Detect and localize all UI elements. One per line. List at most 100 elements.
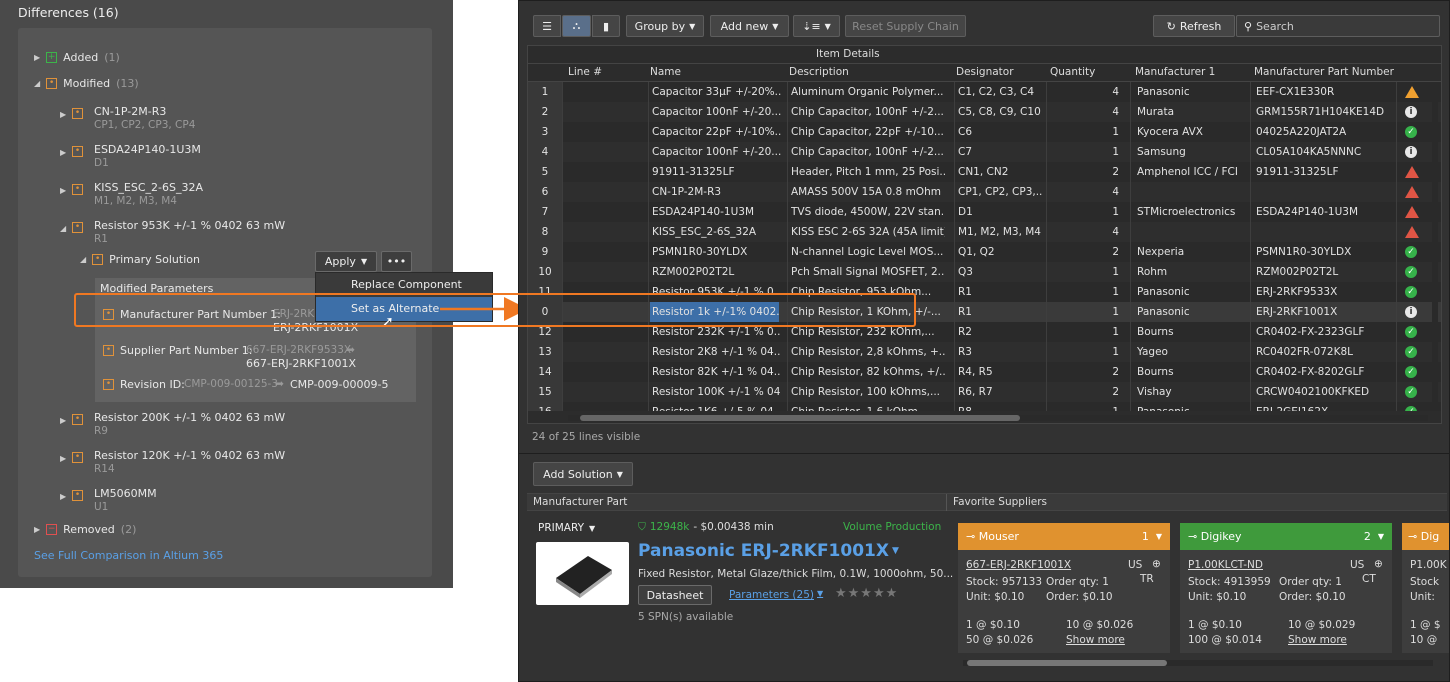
supplier-card[interactable]: ⊸ Digikey 2 ▼ P1.00KLCT-ND US ⊕ CT Stock… bbox=[1180, 523, 1392, 653]
line-number: 6 bbox=[528, 182, 562, 202]
cell-name: ESDA24P140-1U3M bbox=[652, 206, 755, 218]
rating-stars-icon[interactable]: ★★★★★ bbox=[835, 586, 898, 601]
column-divider bbox=[562, 262, 563, 282]
table-row[interactable]: 3 Capacitor 22pF +/-10%... Chip Capacitor,… bbox=[528, 122, 1441, 142]
primary-solution-node[interactable]: ◢ • Primary Solution bbox=[80, 253, 200, 266]
view-list-button[interactable]: ☰ bbox=[533, 15, 561, 37]
col-header-line[interactable]: Line # bbox=[568, 66, 602, 78]
refresh-button[interactable]: ↻ Refresh bbox=[1153, 15, 1235, 37]
modified-icon: • bbox=[72, 146, 83, 157]
col-header-manufacturer[interactable]: Manufacturer 1 bbox=[1135, 66, 1215, 78]
table-row[interactable]: 16 Resistor 1K6 +/-5 % 04... Chip Resistor… bbox=[528, 402, 1441, 411]
vertical-scrollbar[interactable] bbox=[1432, 86, 1438, 406]
table-row[interactable]: 8 KISS_ESC_2-6S_32A KISS ESC 2-6S 32A (45A… bbox=[528, 222, 1441, 242]
column-divider bbox=[1046, 242, 1047, 262]
supplier-part-number[interactable]: P1.00K bbox=[1410, 559, 1447, 571]
cell-name: Capacitor 22pF +/-10%... bbox=[652, 126, 781, 138]
table-row[interactable]: 14 Resistor 82K +/-1 % 04... Chip Resistor… bbox=[528, 362, 1441, 382]
cell-des: D1 bbox=[958, 206, 973, 218]
table-row[interactable]: 9 PSMN1R0-30YLDX N-channel Logic Level MOS… bbox=[528, 242, 1441, 262]
status-ok-icon: ✓ bbox=[1405, 246, 1417, 258]
col-header-mpn[interactable]: Manufacturer Part Number bbox=[1254, 66, 1394, 78]
cell-des: R1 bbox=[958, 306, 972, 318]
cell-mfr: Panasonic bbox=[1137, 402, 1246, 411]
tree-node-modified[interactable]: ◢ • Modified (13) bbox=[34, 77, 139, 90]
apply-button[interactable]: Apply ▼ bbox=[315, 251, 377, 272]
table-row[interactable]: 2 Capacitor 100nF +/-20... Chip Capacitor,… bbox=[528, 102, 1441, 122]
scrollbar-thumb[interactable] bbox=[580, 415, 1020, 421]
part-title-dropdown[interactable]: Panasonic ERJ-2RKF1001X ▼ bbox=[638, 541, 899, 561]
table-row[interactable]: 13 Resistor 2K8 +/-1 % 04... Chip Resistor… bbox=[528, 342, 1441, 362]
tree-node-added[interactable]: ▶ + Added (1) bbox=[34, 51, 120, 64]
table-row[interactable]: 15 Resistor 100K +/-1 % 04... Chip Resisto… bbox=[528, 382, 1441, 402]
expand-triangle-icon[interactable]: ▶ bbox=[60, 416, 66, 425]
suppliers-scrollbar[interactable] bbox=[963, 660, 1433, 666]
supplier-part-number[interactable]: P1.00KLCT-ND bbox=[1188, 559, 1263, 571]
cell-des: C7 bbox=[958, 146, 973, 158]
chevron-down-icon[interactable]: ▼ bbox=[1378, 532, 1384, 541]
search-input[interactable]: ⚲ Search bbox=[1236, 15, 1440, 37]
cell-mpn: ERJ-2RKF1001X bbox=[1256, 306, 1338, 318]
table-row[interactable]: 4 Capacitor 100nF +/-20... Chip Capacitor,… bbox=[528, 142, 1441, 162]
table-row[interactable]: 10 RZM002P02T2L Pch Small Signal MOSFET, 2… bbox=[528, 262, 1441, 282]
group-by-dropdown[interactable]: Group by ▼ bbox=[626, 15, 704, 37]
expand-triangle-icon[interactable]: ▶ bbox=[34, 53, 40, 62]
column-divider bbox=[954, 122, 955, 142]
expand-triangle-icon[interactable]: ▶ bbox=[60, 492, 66, 501]
part-description: Fixed Resistor, Metal Glaze/thick Film, … bbox=[638, 568, 954, 580]
col-header-name[interactable]: Name bbox=[650, 66, 681, 78]
col-header-description[interactable]: Description bbox=[789, 66, 849, 78]
column-divider bbox=[787, 122, 788, 142]
component-designators: D1 bbox=[94, 157, 109, 169]
view-chart-button[interactable]: ▮ bbox=[592, 15, 620, 37]
arrow-right-icon: ➡ bbox=[275, 378, 284, 390]
sort-dropdown[interactable]: ⇣≡ ▼ bbox=[793, 15, 840, 37]
column-divider bbox=[1130, 382, 1131, 402]
collapse-triangle-icon[interactable]: ◢ bbox=[34, 79, 40, 88]
status-ok-icon: ✓ bbox=[1405, 406, 1417, 411]
status-ok-icon: ✓ bbox=[1405, 266, 1417, 278]
expand-triangle-icon[interactable]: ▶ bbox=[60, 148, 66, 157]
show-more-link[interactable]: Show more bbox=[1288, 634, 1347, 646]
cell-desc: Aluminum Organic Polymer... bbox=[791, 86, 944, 98]
show-more-link[interactable]: Show more bbox=[1066, 634, 1125, 646]
cell-des: C6 bbox=[958, 126, 973, 138]
expand-triangle-icon[interactable]: ▶ bbox=[60, 454, 66, 463]
modified-icon: • bbox=[72, 184, 83, 195]
expand-triangle-icon[interactable]: ▶ bbox=[34, 525, 40, 534]
collapse-triangle-icon[interactable]: ◢ bbox=[80, 255, 86, 264]
add-solution-button[interactable]: Add Solution ▼ bbox=[533, 462, 633, 486]
scrollbar-thumb[interactable] bbox=[967, 660, 1167, 666]
full-comparison-link[interactable]: See Full Comparison in Altium 365 bbox=[34, 549, 223, 562]
reset-supply-chain-button[interactable]: Reset Supply Chain bbox=[845, 15, 966, 37]
add-new-dropdown[interactable]: Add new ▼ bbox=[710, 15, 789, 37]
supplier-part-number[interactable]: 667-ERJ-2RKF1001X bbox=[966, 559, 1071, 571]
column-divider bbox=[1046, 102, 1047, 122]
cell-des: C5, C8, C9, C10 bbox=[958, 106, 1041, 118]
cell-desc: Chip Resistor, 1.6 kOhm... bbox=[791, 402, 945, 411]
supplier-card[interactable]: ⊸ Mouser 1 ▼ 667-ERJ-2RKF1001X US ⊕ TR S… bbox=[958, 523, 1170, 653]
line-number: 1 bbox=[528, 82, 562, 102]
table-row[interactable]: 7 ESDA24P140-1U3M TVS diode, 4500W, 22V st… bbox=[528, 202, 1441, 222]
horizontal-scrollbar[interactable] bbox=[568, 415, 1428, 421]
col-header-designator[interactable]: Designator bbox=[956, 66, 1014, 78]
parameters-dropdown[interactable]: Parameters (25) ▼ bbox=[729, 589, 823, 601]
expand-triangle-icon[interactable]: ▶ bbox=[60, 186, 66, 195]
view-tree-button[interactable]: ⛬ bbox=[562, 15, 591, 37]
expand-triangle-icon[interactable]: ▶ bbox=[60, 110, 66, 119]
chevron-down-icon[interactable]: ▼ bbox=[1156, 532, 1162, 541]
primary-dropdown[interactable]: PRIMARY ▼ bbox=[538, 522, 595, 534]
table-row[interactable]: 6 CN-1P-2M-R3 AMASS 500V 15A 0.8 mOhm CP1, … bbox=[528, 182, 1441, 202]
datasheet-button[interactable]: Datasheet bbox=[638, 585, 712, 605]
component-designators: M1, M2, M3, M4 bbox=[94, 195, 177, 207]
table-row[interactable]: 1 Capacitor 33µF +/-20%... Aluminum Organi… bbox=[528, 82, 1441, 102]
more-options-button[interactable]: ••• bbox=[381, 251, 412, 272]
col-header-quantity[interactable]: Quantity bbox=[1050, 66, 1095, 78]
table-row[interactable]: 5 91911-31325LF Header, Pitch 1 mm, 25 Pos… bbox=[528, 162, 1441, 182]
cell-mpn: RZM002P02T2L bbox=[1256, 266, 1339, 278]
tree-node-removed[interactable]: ▶ − Removed (2) bbox=[34, 523, 136, 536]
collapse-triangle-icon[interactable]: ◢ bbox=[60, 224, 66, 233]
chevron-down-icon: ▼ bbox=[589, 523, 596, 533]
supplier-card[interactable]: ⊸ Dig P1.00K Stock Unit: 1 @ $ 10 @ bbox=[1402, 523, 1449, 653]
pin-icon: ⊸ bbox=[966, 530, 976, 543]
